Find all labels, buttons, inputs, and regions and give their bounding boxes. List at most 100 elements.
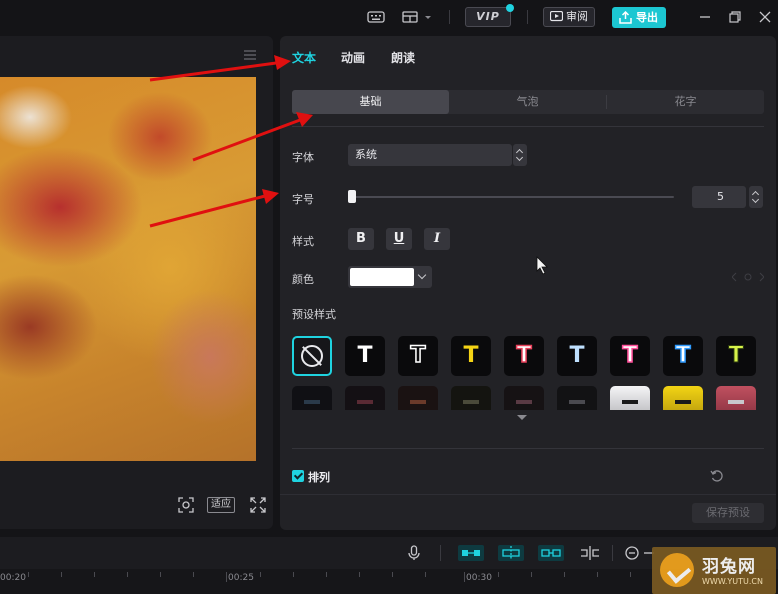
size-slider-handle[interactable]: [348, 190, 356, 203]
preview-panel: 适应: [0, 36, 273, 529]
ruler-tick: [597, 572, 598, 577]
topbar-separator: [449, 10, 450, 24]
size-stepper[interactable]: [749, 186, 763, 208]
subtab-bubble[interactable]: 气泡: [449, 90, 606, 114]
color-label: 颜色: [292, 273, 314, 286]
checkbox-checked-icon[interactable]: [292, 470, 304, 482]
preset-style[interactable]: [504, 386, 544, 410]
zoom-out-icon[interactable]: [624, 545, 640, 561]
preset-style[interactable]: T: [451, 336, 491, 376]
ruler-tick: [160, 572, 161, 577]
fit-button[interactable]: 适应: [207, 497, 235, 513]
watermark-title: 羽兔网: [702, 557, 756, 577]
tab-text[interactable]: 文本: [292, 49, 316, 66]
preset-style[interactable]: [610, 386, 650, 410]
watermark-url: WWW.YUTU.CN: [702, 577, 763, 586]
minimize-icon[interactable]: [697, 9, 713, 25]
preset-none[interactable]: [292, 336, 332, 376]
title-bar: VIP 审阅 导出: [0, 0, 778, 34]
preset-style[interactable]: [557, 386, 597, 410]
screenshot-icon[interactable]: [178, 497, 194, 513]
snap-icon[interactable]: [498, 545, 524, 561]
preset-style[interactable]: [345, 386, 385, 410]
preset-style[interactable]: T: [345, 336, 385, 376]
export-label: 导出: [636, 11, 658, 24]
preset-glyph: T: [622, 342, 639, 369]
text-subtabs: 基础 气泡 花字: [292, 90, 764, 114]
microphone-icon[interactable]: [406, 545, 422, 561]
arrange-label: 排列: [308, 471, 330, 484]
preset-style[interactable]: [663, 386, 703, 410]
font-dropdown[interactable]: 系统: [348, 144, 512, 166]
italic-button[interactable]: I: [424, 228, 450, 250]
size-input[interactable]: 5: [692, 186, 746, 208]
close-icon[interactable]: [757, 9, 773, 25]
time-label: 00:25: [228, 573, 254, 583]
ruler-tick: [498, 572, 499, 577]
maximize-icon[interactable]: [727, 9, 743, 25]
menu-icon[interactable]: [244, 50, 256, 60]
split-preview-icon[interactable]: [580, 545, 600, 561]
subtab-fancy-text[interactable]: 花字: [607, 90, 764, 114]
size-label: 字号: [292, 193, 314, 206]
font-label: 字体: [292, 151, 314, 164]
subtab-basic[interactable]: 基础: [292, 90, 449, 114]
preview-video-frame[interactable]: [0, 77, 256, 461]
layout-icon[interactable]: [402, 9, 434, 25]
ruler-tick: [326, 572, 327, 577]
underline-button[interactable]: U: [386, 228, 412, 250]
preset-glyph: T: [463, 343, 479, 368]
preset-style[interactable]: [451, 386, 491, 410]
fullscreen-icon[interactable]: [250, 497, 266, 513]
preset-style[interactable]: T: [610, 336, 650, 376]
bold-button[interactable]: B: [348, 228, 374, 250]
preset-style[interactable]: T: [663, 336, 703, 376]
property-tabs: 文本 动画 朗读: [280, 36, 776, 78]
color-nav-arrows-icon: [732, 272, 764, 282]
preset-style[interactable]: [716, 386, 756, 410]
color-picker[interactable]: [348, 266, 432, 288]
preset-style[interactable]: T: [504, 336, 544, 376]
ruler-tick: [464, 572, 465, 582]
link-main-track-icon[interactable]: [458, 545, 484, 561]
preset-glyph: T: [357, 343, 373, 368]
preset-glyph: T: [410, 342, 427, 369]
preset-style[interactable]: T: [716, 336, 756, 376]
linkage-icon[interactable]: [538, 545, 564, 561]
save-preset-button[interactable]: 保存预设: [692, 503, 764, 523]
ruler-tick: [425, 572, 426, 577]
preset-glyph: T: [728, 343, 744, 369]
upload-icon: [619, 11, 632, 24]
export-button[interactable]: 导出: [612, 7, 666, 28]
preset-style-grid: T T T T T T T T: [292, 336, 764, 410]
expand-presets-icon[interactable]: [517, 415, 527, 420]
ruler-tick: [61, 572, 62, 577]
keyboard-icon[interactable]: [367, 9, 385, 25]
style-label: 样式: [292, 235, 314, 248]
preset-glyph: T: [675, 342, 692, 369]
preset-style[interactable]: T: [398, 336, 438, 376]
ruler-tick: [564, 572, 565, 577]
preset-style[interactable]: T: [557, 336, 597, 376]
toolbar-separator: [612, 545, 613, 561]
tab-animation[interactable]: 动画: [341, 49, 365, 66]
reset-icon[interactable]: [710, 469, 724, 483]
preset-style[interactable]: [398, 386, 438, 410]
review-button[interactable]: 审阅: [543, 7, 595, 27]
vip-notification-dot: [506, 4, 514, 12]
tab-read-aloud[interactable]: 朗读: [391, 49, 415, 66]
ruler-tick: [293, 572, 294, 577]
divider: [292, 126, 764, 127]
divider: [292, 448, 764, 449]
ruler-tick: [28, 572, 29, 577]
time-label: 00:30: [466, 573, 492, 583]
review-label: 审阅: [566, 10, 588, 23]
size-slider-track[interactable]: [350, 196, 674, 198]
font-stepper[interactable]: [513, 144, 527, 166]
watermark-logo: [660, 553, 694, 587]
preset-style[interactable]: [292, 386, 332, 410]
text-properties-panel: 文本 动画 朗读 基础 气泡 花字 字体 系统 字号 5 样式 B U I 颜色…: [280, 36, 776, 530]
preset-styles-label: 预设样式: [292, 308, 336, 321]
chevron-down-icon: [417, 270, 427, 280]
vip-button[interactable]: VIP: [465, 4, 514, 27]
